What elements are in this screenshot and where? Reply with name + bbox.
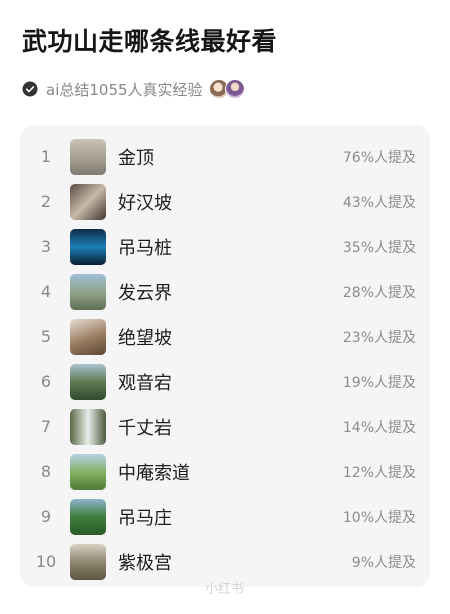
rank-number: 3 xyxy=(40,237,52,256)
rank-number: 4 xyxy=(40,282,52,301)
rank-number: 5 xyxy=(40,327,52,346)
mention-rate: 12%人提及 xyxy=(342,464,416,481)
watermark: 小红书 xyxy=(205,582,245,597)
ranking-item[interactable]: 6 观音宕 19%人提及 xyxy=(20,359,430,404)
rank-number: 7 xyxy=(40,417,52,436)
mention-rate: 76%人提及 xyxy=(342,149,416,166)
place-thumbnail xyxy=(70,453,106,490)
ranking-item[interactable]: 8 中庵索道 12%人提及 xyxy=(20,449,430,494)
place-name: 好汉坡 xyxy=(118,192,172,214)
mention-rate: 14%人提及 xyxy=(342,419,416,436)
place-name: 金顶 xyxy=(118,147,154,169)
mention-rate: 23%人提及 xyxy=(342,329,416,346)
place-name: 观音宕 xyxy=(118,372,172,394)
place-thumbnail xyxy=(70,318,106,355)
place-thumbnail xyxy=(70,138,106,175)
ranking-item[interactable]: 2 好汉坡 43%人提及 xyxy=(20,179,430,224)
mention-rate: 19%人提及 xyxy=(342,374,416,391)
place-name: 千丈岩 xyxy=(118,417,172,439)
place-thumbnail xyxy=(70,273,106,310)
place-name: 中庵索道 xyxy=(118,462,190,484)
rank-number: 1 xyxy=(40,147,52,166)
avatar xyxy=(224,79,245,99)
place-thumbnail xyxy=(70,543,106,580)
ranking-item[interactable]: 3 吊马桩 35%人提及 xyxy=(20,224,430,269)
ranking-item[interactable]: 1 金顶 76%人提及 xyxy=(20,134,430,179)
mention-rate: 9%人提及 xyxy=(351,554,416,571)
place-thumbnail xyxy=(70,498,106,535)
mention-rate: 28%人提及 xyxy=(342,284,416,301)
mention-rate: 10%人提及 xyxy=(342,509,416,526)
avatar-group xyxy=(208,79,245,99)
ranking-item[interactable]: 4 发云界 28%人提及 xyxy=(20,269,430,314)
mention-rate: 43%人提及 xyxy=(342,194,416,211)
place-thumbnail xyxy=(70,228,106,265)
place-name: 紫极宫 xyxy=(118,552,172,574)
rank-number: 2 xyxy=(40,192,52,211)
check-circle-icon xyxy=(22,81,38,97)
place-name: 发云界 xyxy=(118,282,172,304)
summary-text: ai总结1055人真实经验 xyxy=(46,80,203,99)
page-title: 武功山走哪条线最好看 xyxy=(22,27,278,56)
ranking-item[interactable]: 5 绝望坡 23%人提及 xyxy=(20,314,430,359)
rank-number: 8 xyxy=(40,462,52,481)
rank-number: 9 xyxy=(40,507,52,526)
place-name: 吊马桩 xyxy=(118,237,172,259)
place-thumbnail xyxy=(70,363,106,400)
rank-number: 6 xyxy=(40,372,52,391)
place-thumbnail xyxy=(70,183,106,220)
ranking-item[interactable]: 7 千丈岩 14%人提及 xyxy=(20,404,430,449)
place-name: 吊马庄 xyxy=(118,507,172,529)
ranking-card: 1 金顶 76%人提及 2 好汉坡 43%人提及 3 吊马桩 35%人提及 4 … xyxy=(20,125,430,587)
place-thumbnail xyxy=(70,408,106,445)
ai-summary-row[interactable]: ai总结1055人真实经验 xyxy=(22,76,245,102)
mention-rate: 35%人提及 xyxy=(342,239,416,256)
ranking-item[interactable]: 9 吊马庄 10%人提及 xyxy=(20,494,430,539)
rank-number: 10 xyxy=(35,552,57,571)
place-name: 绝望坡 xyxy=(118,327,172,349)
